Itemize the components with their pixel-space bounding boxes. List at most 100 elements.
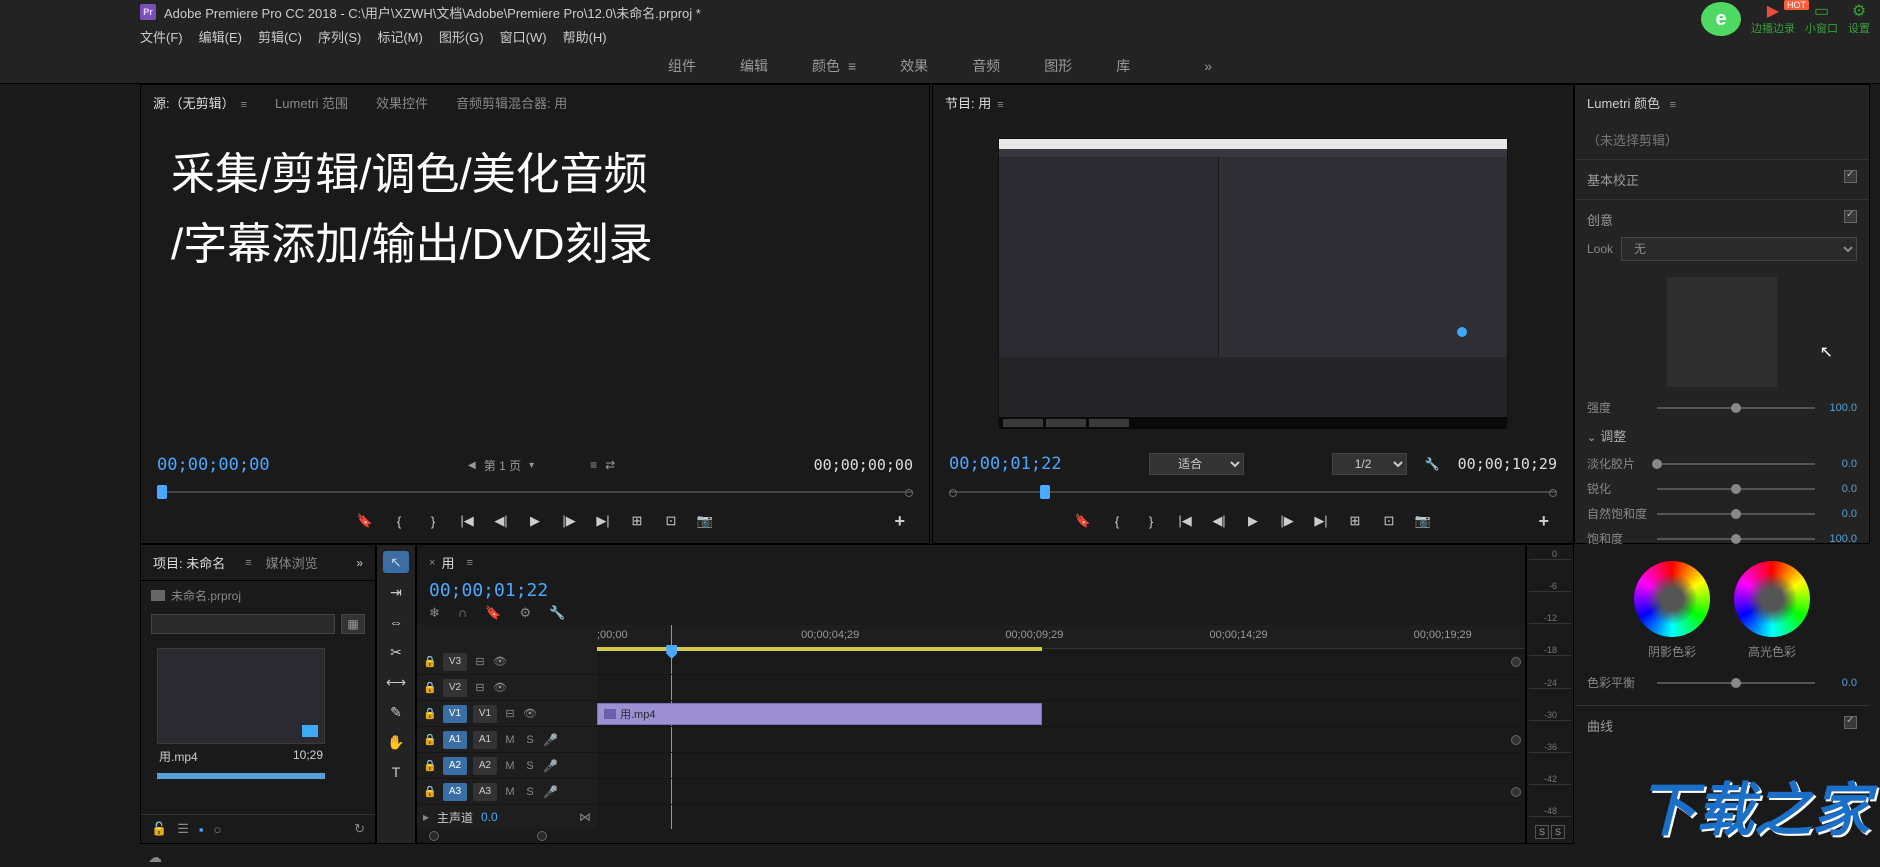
- list-icon[interactable]: ≡: [590, 458, 597, 472]
- menu-graphics[interactable]: 图形(G): [439, 27, 484, 46]
- faded-value[interactable]: 0.0: [1823, 458, 1857, 470]
- program-scrubber[interactable]: [949, 485, 1557, 507]
- snap-icon[interactable]: ❄: [429, 605, 440, 621]
- eye-icon[interactable]: 👁: [493, 655, 507, 668]
- tab-program[interactable]: 节目: 用≡: [945, 93, 1004, 112]
- prog-goto-out-icon[interactable]: ▶|: [1311, 511, 1331, 531]
- goto-out-icon[interactable]: ▶|: [593, 511, 613, 531]
- settings-tl-icon[interactable]: ⚙: [519, 605, 531, 621]
- ripple-tool-icon[interactable]: ⇔: [383, 611, 409, 633]
- menu-sequence[interactable]: 序列(S): [318, 27, 361, 46]
- highlight-tint-wheel[interactable]: [1734, 561, 1810, 637]
- workspace-libraries[interactable]: 库: [1116, 56, 1130, 76]
- record-tool[interactable]: ▶ HOT 边播边录: [1751, 2, 1795, 36]
- tab-effect-controls[interactable]: 效果控件: [376, 93, 428, 112]
- prog-goto-in-icon[interactable]: |◀: [1175, 511, 1195, 531]
- saturation-slider[interactable]: [1657, 538, 1815, 540]
- marker-icon[interactable]: 🔖: [355, 511, 375, 531]
- timeline-zoom-scroll[interactable]: [417, 829, 1525, 843]
- add-button-icon[interactable]: +: [894, 511, 905, 532]
- selection-tool-icon[interactable]: ↖: [383, 551, 409, 573]
- sync-lock-icon[interactable]: ⊟: [473, 655, 487, 668]
- menu-markers[interactable]: 标记(M): [377, 27, 423, 46]
- cloud-icon[interactable]: ☁: [148, 849, 162, 866]
- vibrance-value[interactable]: 0.0: [1823, 508, 1857, 520]
- look-select[interactable]: 无: [1621, 237, 1857, 261]
- freeform-view-icon[interactable]: ○: [213, 822, 221, 837]
- curves-enable-checkbox[interactable]: [1844, 716, 1857, 729]
- prog-add-button-icon[interactable]: +: [1538, 511, 1549, 532]
- menu-window[interactable]: 窗口(W): [500, 27, 547, 46]
- type-tool-icon[interactable]: T: [383, 761, 409, 783]
- intensity-slider[interactable]: [1657, 407, 1815, 409]
- prog-step-fwd-icon[interactable]: |▶: [1277, 511, 1297, 531]
- prog-lift-icon[interactable]: ⊞: [1345, 511, 1365, 531]
- solo-right-icon[interactable]: S: [1551, 825, 1565, 839]
- in-point-icon[interactable]: {: [389, 511, 409, 531]
- overwrite-icon[interactable]: ⊡: [661, 511, 681, 531]
- prog-step-back-icon[interactable]: ◀|: [1209, 511, 1229, 531]
- program-timecode[interactable]: 00;00;01;22: [949, 454, 1062, 474]
- saturation-value[interactable]: 100.0: [1823, 533, 1857, 545]
- timeline-tracks[interactable]: ;00;00 00;00;04;29 00;00;09;29 00;00;14;…: [597, 625, 1525, 829]
- tab-audio-mixer[interactable]: 音频剪辑混合器: 用: [456, 93, 567, 112]
- track-a3[interactable]: 🔒 A3 A3 M S 🎤: [417, 779, 597, 805]
- lock-icon[interactable]: 🔒: [423, 655, 437, 668]
- project-clip-item[interactable]: 用.mp4 10;29: [157, 648, 325, 779]
- arrows-icon[interactable]: ⇄: [605, 458, 615, 472]
- export-frame-icon[interactable]: 📷: [695, 511, 715, 531]
- track-v3[interactable]: 🔒 V3 ⊟ 👁: [417, 649, 597, 675]
- search-input[interactable]: [151, 614, 335, 634]
- razor-tool-icon[interactable]: ✂: [383, 641, 409, 663]
- lumetri-curves-section[interactable]: 曲线: [1575, 705, 1869, 745]
- balance-slider[interactable]: [1657, 682, 1815, 684]
- menu-file[interactable]: 文件(F): [140, 27, 183, 46]
- creative-enable-checkbox[interactable]: [1844, 210, 1857, 223]
- faded-slider[interactable]: [1657, 463, 1815, 465]
- zoom-fit-select[interactable]: 适合: [1149, 453, 1244, 475]
- pen-tool-icon[interactable]: ✎: [383, 701, 409, 723]
- timeline-timecode[interactable]: 00;00;01;22: [429, 580, 548, 601]
- solo-left-icon[interactable]: S: [1535, 825, 1549, 839]
- timeline-tab[interactable]: ×用≡: [429, 553, 1513, 572]
- play-icon[interactable]: ▶: [525, 511, 545, 531]
- expand-icon[interactable]: ▸: [423, 810, 429, 824]
- prog-export-frame-icon[interactable]: 📷: [1413, 511, 1433, 531]
- insert-icon[interactable]: ⊞: [627, 511, 647, 531]
- clip-scrubber[interactable]: [157, 773, 325, 779]
- page-dropdown-icon[interactable]: ▾: [529, 460, 534, 471]
- track-select-tool-icon[interactable]: ⇥: [383, 581, 409, 603]
- track-v1[interactable]: 🔒 V1 V1 ⊟ 👁: [417, 701, 597, 727]
- balance-value[interactable]: 0.0: [1823, 677, 1857, 689]
- workspace-graphics[interactable]: 图形: [1044, 56, 1072, 76]
- source-scrubber[interactable]: [157, 485, 913, 507]
- menu-edit[interactable]: 编辑(E): [199, 27, 242, 46]
- sharpen-value[interactable]: 0.0: [1823, 483, 1857, 495]
- prog-play-icon[interactable]: ▶: [1243, 511, 1263, 531]
- write-enable-icon[interactable]: 🔓: [151, 821, 167, 837]
- workspace-color[interactable]: 颜色≡: [812, 56, 856, 76]
- tab-media-browser[interactable]: 媒体浏览: [266, 553, 318, 572]
- resolution-select[interactable]: 1/2: [1332, 453, 1407, 475]
- prog-extract-icon[interactable]: ⊡: [1379, 511, 1399, 531]
- new-bin-icon[interactable]: ▦: [341, 614, 365, 634]
- miniwindow-tool[interactable]: ▭ 小窗口: [1805, 2, 1838, 36]
- menu-help[interactable]: 帮助(H): [563, 27, 607, 46]
- tab-project[interactable]: 项目: 未命名: [153, 553, 225, 572]
- refresh-icon[interactable]: ↻: [354, 821, 365, 837]
- basic-enable-checkbox[interactable]: [1844, 170, 1857, 183]
- mic-icon[interactable]: 🎤: [543, 733, 558, 747]
- wrench-tl-icon[interactable]: 🔧: [549, 605, 565, 621]
- prog-in-icon[interactable]: {: [1107, 511, 1127, 531]
- vscroll-handle[interactable]: [1511, 657, 1521, 667]
- icon-view-icon[interactable]: ▪: [199, 822, 204, 837]
- step-fwd-icon[interactable]: |▶: [559, 511, 579, 531]
- solo-icon[interactable]: S: [523, 734, 537, 746]
- project-overflow-icon[interactable]: »: [356, 556, 363, 570]
- workspace-overflow-icon[interactable]: »: [1204, 58, 1212, 74]
- goto-in-icon[interactable]: |◀: [457, 511, 477, 531]
- v1-source-patch[interactable]: V1: [443, 705, 467, 723]
- linked-selection-icon[interactable]: ∩: [458, 605, 467, 621]
- master-track[interactable]: ▸ 主声道 0.0 ⋈: [417, 805, 597, 829]
- lumetri-creative-section[interactable]: 创意 Look 无 强度 100.0 ⌄调整 淡化胶片 0.0 锐化 0.0: [1575, 199, 1869, 705]
